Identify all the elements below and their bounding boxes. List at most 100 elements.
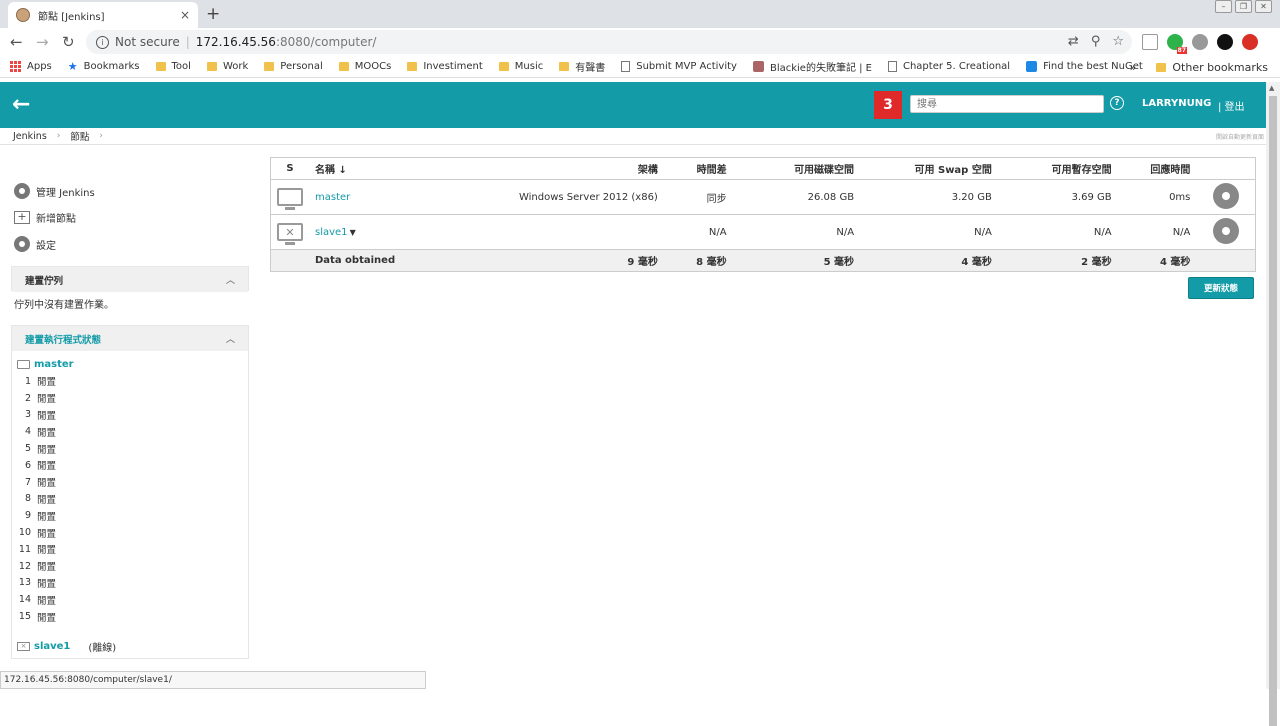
col-disk[interactable]: 可用磁碟空間 <box>732 157 861 180</box>
bookmark-label: MOOCs <box>354 61 392 72</box>
bookmark-item[interactable]: MOOCs <box>338 61 392 72</box>
executor-status: 閒置 <box>37 394 57 406</box>
master-node-link[interactable]: master <box>315 192 350 203</box>
col-status[interactable]: S <box>270 157 309 180</box>
executor-status: 閒置 <box>37 562 57 574</box>
slave1-node-link[interactable]: slave1 <box>315 227 348 238</box>
new-tab-button[interactable]: + <box>206 4 220 24</box>
bookmark-star-icon[interactable]: ☆ <box>1112 34 1124 49</box>
bookmark-item[interactable]: Blackie的失敗筆記 | E <box>752 59 872 74</box>
minimize-icon[interactable]: – <box>1215 0 1232 13</box>
browser-tab[interactable]: 節點 [Jenkins] × <box>8 2 198 28</box>
auto-refresh-link[interactable]: 開啟自動更新頁面 <box>1216 132 1264 141</box>
master-link[interactable]: master <box>34 359 74 370</box>
tab-close-icon[interactable]: × <box>180 8 190 22</box>
bookmark-item[interactable]: ★ Bookmarks <box>68 60 140 73</box>
chevron-right-icon[interactable]: › <box>57 131 61 141</box>
info-icon[interactable]: i <box>96 35 109 49</box>
extension-badge: 87 <box>1176 47 1187 54</box>
folder-icon <box>338 62 349 71</box>
address-bar[interactable]: i Not secure | 172.16.45.56 :8080/comput… <box>86 30 1132 54</box>
bookmark-item[interactable]: Tool <box>155 61 191 72</box>
gear-icon[interactable] <box>1212 217 1239 244</box>
build-queue-header[interactable]: 建置佇列 ︿ <box>12 267 248 292</box>
col-name[interactable]: 名稱 ↓ <box>309 157 438 180</box>
col-temp[interactable]: 可用暫存空間 <box>997 157 1118 180</box>
breadcrumb-nodes[interactable]: 節點 <box>70 129 89 143</box>
task-label: 設定 <box>36 240 56 252</box>
executor-status-header[interactable]: 建置執行程式狀態 ︿ <box>12 326 248 351</box>
profile-avatar[interactable] <box>1217 34 1233 50</box>
back-icon[interactable]: ← <box>10 33 23 51</box>
gear-icon[interactable] <box>1212 182 1239 209</box>
executor-status-title[interactable]: 建置執行程式狀態 <box>25 332 101 346</box>
close-window-icon[interactable]: ✕ <box>1255 0 1272 13</box>
config-cell <box>1196 179 1256 215</box>
chevron-right-icon[interactable]: › <box>99 131 103 141</box>
bookmark-item[interactable]: 有聲書 <box>559 59 605 74</box>
clock-cell: 同步 <box>663 179 733 215</box>
executor-status: 閒置 <box>37 545 57 557</box>
zoom-icon[interactable]: ⚲ <box>1091 34 1101 49</box>
footer-swap: 4 毫秒 <box>860 249 998 272</box>
task-manage-jenkins[interactable]: 管理 Jenkins <box>14 178 95 205</box>
bookmark-item[interactable]: Chapter 5. Creational <box>887 61 1010 72</box>
status-cell: ✕ <box>270 214 309 250</box>
translate-icon[interactable]: ⇄ <box>1068 34 1079 49</box>
task-configure[interactable]: 設定 <box>14 231 95 258</box>
executor-number: 6 <box>24 459 31 471</box>
bookmark-item[interactable]: Personal <box>264 61 323 72</box>
restore-icon[interactable]: ❐ <box>1235 0 1252 13</box>
bookmark-item[interactable]: Apps <box>10 61 52 72</box>
executor-status: 閒置 <box>37 612 57 624</box>
task-new-node[interactable]: + 新增節點 <box>14 205 95 232</box>
extension-red-icon[interactable] <box>1242 34 1258 50</box>
logout-link[interactable]: | 登出 <box>1218 98 1245 113</box>
reload-icon[interactable]: ↻ <box>62 33 75 51</box>
back-to-dashboard-icon[interactable]: ← <box>12 92 30 117</box>
footer-temp: 2 毫秒 <box>997 249 1118 272</box>
other-bookmarks[interactable]: Other bookmarks <box>1156 61 1268 74</box>
config-cell <box>1196 214 1256 250</box>
computer-icon <box>17 359 30 369</box>
bookmark-label: Investiment <box>423 61 483 72</box>
col-swap[interactable]: 可用 Swap 空間 <box>860 157 998 180</box>
footer-empty <box>1196 249 1256 272</box>
bookmark-item[interactable]: Find the best NuGet <box>1026 61 1143 72</box>
not-secure-label: Not secure <box>115 35 180 49</box>
collapse-icon[interactable]: ︿ <box>226 332 235 345</box>
bookmarks-overflow-button[interactable]: » <box>1130 61 1137 74</box>
search-input[interactable] <box>910 95 1104 113</box>
executor-list: 1 閒置 2 閒置 3 閒置 4 閒置 5 閒置 6 閒置 7 閒置 8 閒置 9 閒置 10 閒置 11 閒置 12 閒置 1… <box>12 373 248 625</box>
scrollbar-thumb[interactable] <box>1269 96 1277 726</box>
bookmark-item[interactable]: Music <box>498 61 543 72</box>
collapse-icon[interactable]: ︿ <box>226 273 235 286</box>
slave1-link[interactable]: slave1 <box>34 641 70 652</box>
page-scrollbar[interactable]: ▲ <box>1266 82 1280 726</box>
bookmark-item[interactable]: Submit MVP Activity <box>621 61 737 72</box>
gear-icon <box>14 183 30 200</box>
extension-copy-icon[interactable] <box>1142 34 1158 50</box>
jenkins-header: ← 3 ? LARRYNUNG | 登出 <box>0 82 1266 128</box>
col-response[interactable]: 回應時間 <box>1117 157 1197 180</box>
bookmark-item[interactable]: Investiment <box>407 61 483 72</box>
col-arch[interactable]: 架構 <box>437 157 664 180</box>
bookmark-item[interactable]: Work <box>206 61 248 72</box>
refresh-status-button[interactable]: 更新狀態 <box>1188 277 1254 299</box>
swap-cell: 3.20 GB <box>860 179 998 215</box>
forward-icon[interactable]: → <box>36 33 49 51</box>
scroll-up-icon[interactable]: ▲ <box>1269 84 1274 92</box>
executor-row: 3 閒置 <box>12 407 248 424</box>
extension-chat-icon[interactable]: 87 <box>1167 34 1187 54</box>
breadcrumb-jenkins[interactable]: Jenkins <box>13 131 47 142</box>
col-clock[interactable]: 時間差 <box>663 157 733 180</box>
notification-badge[interactable]: 3 <box>874 91 902 119</box>
help-icon[interactable]: ? <box>1110 96 1124 110</box>
executor-status: 閒置 <box>37 377 57 389</box>
dropdown-arrow-icon[interactable]: ▼ <box>350 228 356 237</box>
executor-node-master[interactable]: master <box>12 355 248 373</box>
extension-cat-icon[interactable] <box>1192 34 1208 50</box>
response-cell: N/A <box>1117 214 1197 250</box>
executor-number: 5 <box>24 443 31 455</box>
user-link[interactable]: LARRYNUNG <box>1142 98 1211 109</box>
